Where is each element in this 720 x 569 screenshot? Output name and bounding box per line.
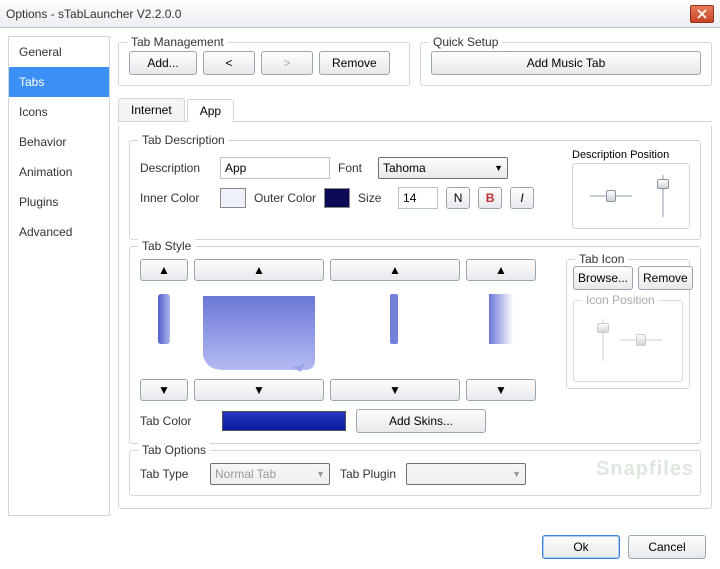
ok-button[interactable]: Ok xyxy=(542,535,620,559)
font-combo[interactable]: Tahoma ▼ xyxy=(378,157,508,179)
sidebar-item-plugins[interactable]: Plugins xyxy=(9,187,109,217)
tab-style-group: Tab Style ▲ ▲ ▲ ▲ xyxy=(129,246,701,444)
tab-panel: Tab Description Description Font Tahoma … xyxy=(118,126,712,509)
add-music-tab-button[interactable]: Add Music Tab xyxy=(431,51,701,75)
tab-icon-group: Tab Icon Browse... Remove Icon Position xyxy=(566,259,690,389)
tab-icon-browse-button[interactable]: Browse... xyxy=(573,266,633,290)
style2-preview[interactable] xyxy=(194,287,324,373)
tab-icon-title: Tab Icon xyxy=(575,252,628,266)
tab-options-title: Tab Options xyxy=(138,443,210,457)
chevron-down-icon: ▼ xyxy=(316,469,325,479)
cancel-button[interactable]: Cancel xyxy=(628,535,706,559)
style4-down-button[interactable]: ▼ xyxy=(466,379,536,401)
subtab-app[interactable]: App xyxy=(187,99,234,122)
outer-color-label: Outer Color xyxy=(254,191,316,205)
format-italic-button[interactable]: I xyxy=(510,187,534,209)
tab-type-combo: Normal Tab ▼ xyxy=(210,463,330,485)
remove-tab-button[interactable]: Remove xyxy=(319,51,390,75)
inner-color-swatch[interactable] xyxy=(220,188,246,208)
format-bold-button[interactable]: B xyxy=(478,187,502,209)
close-button[interactable] xyxy=(690,5,714,23)
desc-position-v-slider[interactable] xyxy=(654,175,672,217)
sidebar-item-advanced[interactable]: Advanced xyxy=(9,217,109,247)
style1-preview[interactable] xyxy=(140,287,188,373)
move-left-button[interactable]: < xyxy=(203,51,255,75)
tab-type-label: Tab Type xyxy=(140,467,200,481)
style1-down-button[interactable]: ▼ xyxy=(140,379,188,401)
style2-down-button[interactable]: ▼ xyxy=(194,379,324,401)
outer-color-swatch[interactable] xyxy=(324,188,350,208)
subtab-internet[interactable]: Internet xyxy=(118,98,185,121)
tab-options-group: Tab Options Tab Type Normal Tab ▼ Tab Pl… xyxy=(129,450,701,496)
sidebar-item-behavior[interactable]: Behavior xyxy=(9,127,109,157)
icon-position-v-slider xyxy=(594,319,612,361)
title-bar: Options - sTabLauncher V2.2.0.0 xyxy=(0,0,720,28)
size-input[interactable] xyxy=(398,187,438,209)
chevron-down-icon: ▼ xyxy=(512,469,521,479)
style1-up-button[interactable]: ▲ xyxy=(140,259,188,281)
icon-position-group: Icon Position xyxy=(573,300,683,382)
tab-plugin-combo: ▼ xyxy=(406,463,526,485)
sidebar-item-tabs[interactable]: Tabs xyxy=(9,67,109,97)
icon-position-title: Icon Position xyxy=(582,293,659,307)
desc-position-h-slider[interactable] xyxy=(590,187,632,205)
tab-icon-remove-button[interactable]: Remove xyxy=(638,266,693,290)
window-title: Options - sTabLauncher V2.2.0.0 xyxy=(6,7,690,21)
tab-management-group: Tab Management Add... < > Remove xyxy=(118,42,410,86)
category-sidebar: General Tabs Icons Behavior Animation Pl… xyxy=(8,36,110,516)
sidebar-item-general[interactable]: General xyxy=(9,37,109,67)
style3-up-button[interactable]: ▲ xyxy=(330,259,460,281)
icon-position-h-slider xyxy=(620,331,662,349)
description-label: Description xyxy=(140,161,212,175)
size-label: Size xyxy=(358,191,390,205)
tab-color-swatch[interactable] xyxy=(222,411,346,431)
tab-description-title: Tab Description xyxy=(138,133,229,147)
inner-color-label: Inner Color xyxy=(140,191,212,205)
quick-setup-title: Quick Setup xyxy=(429,35,502,49)
tab-description-group: Tab Description Description Font Tahoma … xyxy=(129,140,701,240)
format-normal-button[interactable]: N xyxy=(446,187,470,209)
tab-plugin-label: Tab Plugin xyxy=(340,467,396,481)
description-input[interactable] xyxy=(220,157,330,179)
sub-tabstrip: Internet App xyxy=(118,98,712,122)
style4-preview[interactable] xyxy=(466,287,536,373)
quick-setup-group: Quick Setup Add Music Tab xyxy=(420,42,712,86)
tab-style-title: Tab Style xyxy=(138,239,195,253)
add-skins-button[interactable]: Add Skins... xyxy=(356,409,486,433)
dialog-body: General Tabs Icons Behavior Animation Pl… xyxy=(0,28,720,569)
close-icon xyxy=(697,9,707,19)
sidebar-item-animation[interactable]: Animation xyxy=(9,157,109,187)
description-position-title: Description Position xyxy=(572,149,690,161)
move-right-button[interactable]: > xyxy=(261,51,313,75)
style2-up-button[interactable]: ▲ xyxy=(194,259,324,281)
sidebar-item-icons[interactable]: Icons xyxy=(9,97,109,127)
tab-color-label: Tab Color xyxy=(140,414,212,428)
style3-preview[interactable] xyxy=(330,287,460,373)
font-combo-value: Tahoma xyxy=(383,161,426,175)
tab-type-value: Normal Tab xyxy=(215,467,276,481)
style4-up-button[interactable]: ▲ xyxy=(466,259,536,281)
chevron-down-icon: ▼ xyxy=(494,163,503,173)
description-position-panel xyxy=(572,163,690,229)
add-tab-button[interactable]: Add... xyxy=(129,51,197,75)
style3-down-button[interactable]: ▼ xyxy=(330,379,460,401)
tab-management-title: Tab Management xyxy=(127,35,228,49)
font-label: Font xyxy=(338,161,370,175)
